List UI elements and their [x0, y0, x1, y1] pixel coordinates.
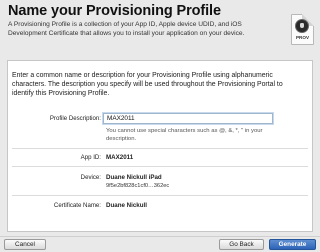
cancel-button[interactable]: Cancel: [4, 239, 46, 250]
go-back-button[interactable]: Go Back: [219, 239, 264, 250]
divider: [12, 148, 308, 149]
device-identifier: 9f5e2bf828c1cf0…362ec: [106, 183, 170, 189]
footer-divider: [0, 236, 320, 237]
intro-text: A Provisioning Profile is a collection o…: [8, 21, 245, 37]
divider: [12, 195, 308, 196]
app-id-label: App ID:: [80, 154, 101, 161]
apple-seal-icon: [295, 19, 309, 33]
certificate-name-value: Duane Nickull: [106, 202, 147, 209]
provisioning-profile-dialog: Name your Provisioning Profile A Provisi…: [0, 0, 320, 252]
profile-description-label: Profile Description:: [49, 115, 101, 122]
divider: [12, 166, 308, 167]
device-name: Duane Nickull iPad: [106, 174, 162, 181]
generate-button[interactable]: Generate: [269, 239, 316, 250]
page-title: Name your Provisioning Profile: [8, 3, 221, 19]
certificate-name-label: Certificate Name:: [53, 202, 101, 209]
profile-description-input[interactable]: MAX2011: [103, 113, 273, 124]
prov-icon-label: PROV: [295, 35, 310, 40]
instructions-text: Enter a common name or description for y…: [12, 72, 283, 97]
device-label: Device:: [80, 174, 101, 181]
app-id-value: MAX2011: [106, 154, 134, 161]
provisioning-profile-icon: PROV: [291, 14, 314, 45]
special-characters-hint: You cannot use special characters such a…: [106, 128, 263, 142]
